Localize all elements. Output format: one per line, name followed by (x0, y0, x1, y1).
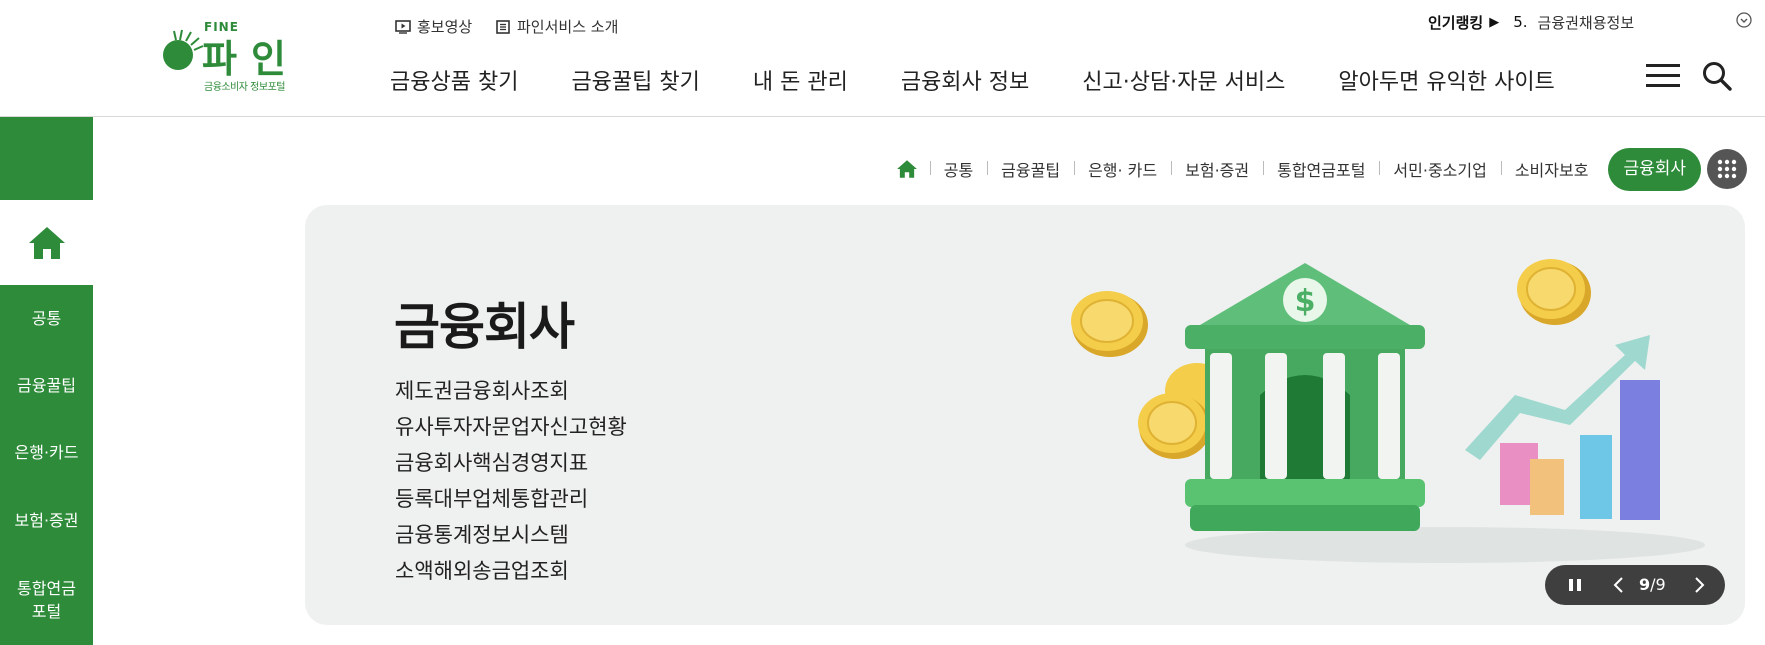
play-icon (395, 19, 411, 34)
sidebar-item-insurance-securities[interactable]: 보험·증권 (0, 509, 93, 532)
tab-home[interactable] (896, 159, 930, 179)
slider-controls: 9/9 (1545, 565, 1725, 605)
home-icon (28, 226, 65, 259)
home-icon (896, 160, 917, 178)
ranking-number: 5. (1513, 13, 1528, 31)
category-tabs: 공통 금융꿀팁 은행· 카드 보험·증권 통합연금포털 서민·중소기업 소비자보… (896, 147, 1747, 191)
popular-ranking[interactable]: 인기랭킹 ▶ 5. 금융권채용정보 (1428, 10, 1752, 34)
banner-link[interactable]: 유사투자자문업자신고현황 (395, 409, 627, 445)
pause-icon[interactable] (1567, 577, 1583, 593)
banner-link-list: 제도권금융회사조회 유사투자자문업자신고현황 금융회사핵심경영지표 등록대부업체… (395, 373, 627, 589)
banner-link[interactable]: 등록대부업체통합관리 (395, 481, 627, 517)
coin-icon (1071, 291, 1148, 357)
sidebar-item-pension-portal[interactable]: 통합연금 포털 (0, 577, 93, 623)
coin-icon (1517, 259, 1591, 325)
logo-name-text: 파인 (202, 37, 300, 81)
tab-consumer-protection[interactable]: 소비자보호 (1500, 157, 1603, 181)
chevron-right-icon[interactable] (1693, 576, 1707, 594)
banner-title: 금융회사 (394, 298, 575, 356)
banner-link[interactable]: 금융통계정보시스템 (395, 517, 627, 553)
list-icon (496, 19, 510, 34)
gnb-item-tips[interactable]: 금융꿀팁 찾기 (571, 64, 699, 96)
gnb-item-report-consult[interactable]: 신고·상담·자문 서비스 (1082, 64, 1285, 96)
all-menu-grid-button[interactable] (1707, 149, 1747, 189)
sidebar-menu: 공통 금융꿀팁 은행·카드 보험·증권 통합연금 포털 (0, 285, 93, 645)
tab-tips[interactable]: 금융꿀팁 (987, 157, 1074, 181)
util-label: 파인서비스 소개 (517, 18, 619, 36)
tab-sme[interactable]: 서민·중소기업 (1379, 157, 1500, 181)
bank-illustration: $ (1071, 259, 1705, 563)
quick-sidebar: 공통 금융꿀팁 은행·카드 보험·증권 통합연금 포털 (0, 117, 93, 645)
chevron-left-icon[interactable] (1611, 576, 1625, 594)
gnb-item-products[interactable]: 금융상품 찾기 (390, 64, 518, 96)
main-banner: 금융회사 제도권금융회사조회 유사투자자문업자신고현황 금융회사핵심경영지표 등… (305, 205, 1745, 625)
sidebar-item-common[interactable]: 공통 (0, 307, 93, 330)
tab-insurance-securities[interactable]: 보험·증권 (1171, 157, 1263, 181)
gnb-item-my-money[interactable]: 내 돈 관리 (753, 64, 848, 96)
gnb-item-useful-sites[interactable]: 알아두면 유익한 사이트 (1338, 64, 1554, 96)
banner-link[interactable]: 금융회사핵심경영지표 (395, 445, 627, 481)
sidebar-home-button[interactable] (0, 200, 93, 285)
grid-icon (1717, 159, 1737, 179)
util-label: 홍보영상 (417, 18, 473, 36)
tab-pension-portal[interactable]: 통합연금포털 (1263, 157, 1379, 181)
ranking-text: 금융권채용정보 (1537, 13, 1635, 32)
site-logo[interactable]: FINE 파인 금융소비자 정보포털 (158, 18, 308, 94)
site-header: FINE 파인 금융소비자 정보포털 홍보영상 파인서비스 소개 금융상품 찾기… (0, 0, 1765, 117)
tab-financial-company-active[interactable]: 금융회사 (1608, 147, 1701, 191)
util-link-service-intro[interactable]: 파인서비스 소개 (495, 16, 618, 37)
slide-counter: 9/9 (1639, 575, 1666, 594)
gnb-item-company-info[interactable]: 금융회사 정보 (901, 64, 1029, 96)
banner-link[interactable]: 소액해외송금업조회 (395, 553, 627, 589)
logo-mark-icon (163, 29, 204, 70)
search-icon[interactable] (1701, 60, 1733, 92)
sidebar-item-tips[interactable]: 금융꿀팁 (0, 374, 93, 397)
svg-text:$: $ (1295, 284, 1316, 319)
current-slide: 9 (1639, 575, 1651, 594)
sidebar-top-block (0, 117, 93, 200)
chevron-down-icon[interactable] (1736, 12, 1752, 28)
total-slides: 9 (1655, 575, 1666, 594)
logo-subtitle: 금융소비자 정보포털 (204, 82, 285, 93)
util-link-promo-video[interactable]: 홍보영상 (395, 16, 472, 37)
hamburger-menu-icon[interactable] (1646, 62, 1680, 90)
play-arrow-icon: ▶ (1489, 14, 1500, 30)
main-navigation: 금융상품 찾기 금융꿀팁 찾기 내 돈 관리 금융회사 정보 신고·상담·자문 … (390, 64, 1555, 96)
banner-link[interactable]: 제도권금융회사조회 (395, 373, 627, 409)
tab-bank-card[interactable]: 은행· 카드 (1074, 157, 1171, 181)
ranking-label: 인기랭킹 (1428, 13, 1484, 32)
sidebar-item-bank-card[interactable]: 은행·카드 (0, 441, 93, 464)
tab-common[interactable]: 공통 (929, 157, 987, 181)
